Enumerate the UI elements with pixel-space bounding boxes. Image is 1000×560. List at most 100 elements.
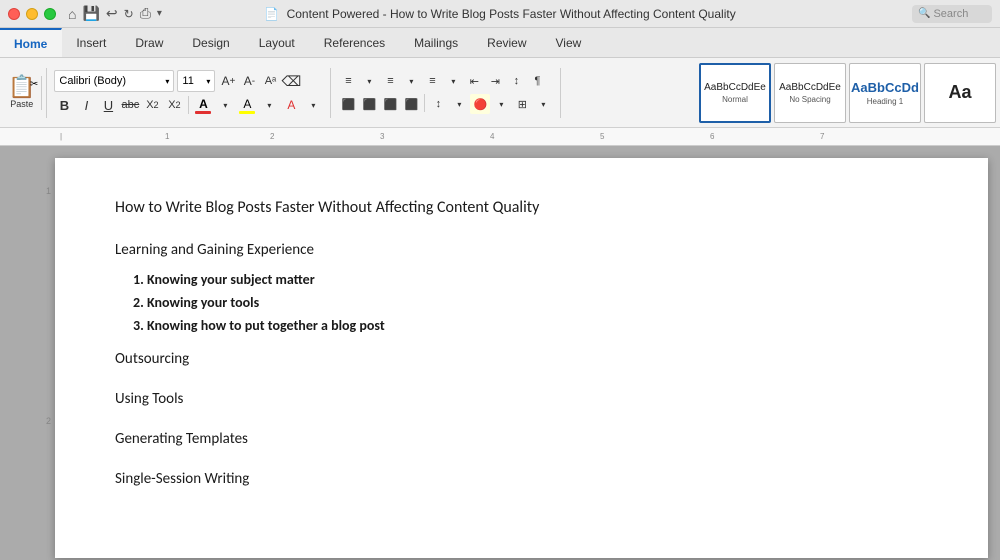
tab-mailings[interactable]: Mailings [400,28,473,57]
list-item-1: Knowing your subject matter [147,271,928,288]
font-group: Calibri (Body) ▾ 11 ▾ A+ A- Aᵃ ⌫ B I U a… [51,70,326,115]
border-btn[interactable]: ⊞ [512,94,532,114]
tab-insert[interactable]: Insert [62,28,121,57]
line-spacing-dropdown[interactable]: ▾ [449,94,469,114]
ribbon-toolbar: 📋 ✂ Paste Calibri (Body) ▾ 11 ▾ A+ A- Aᵃ… [0,58,1000,128]
tab-review[interactable]: Review [473,28,541,57]
multilevel-btn[interactable]: ≡ [422,71,442,91]
align-center-btn[interactable]: ⬛ [359,94,379,114]
section-outsourcing: Outsourcing [115,350,928,368]
font-size-selector[interactable]: 11 ▾ [177,70,215,92]
divider-1 [46,68,47,118]
tab-references[interactable]: References [310,28,400,57]
numbering-dropdown[interactable]: ▾ [401,71,421,91]
style-h1-label: Heading 1 [867,97,903,106]
increase-indent-btn[interactable]: ⇥ [485,71,505,91]
style-normal[interactable]: AaBbCcDdEe Normal [699,63,771,123]
font-shrink-btn[interactable]: A- [239,71,259,91]
ruler-mark-1: | [60,132,62,141]
clear-format-btn[interactable]: ⌫ [281,71,301,91]
font-name-selector[interactable]: Calibri (Body) ▾ [54,70,174,92]
highlight-color-btn[interactable]: A [237,97,257,114]
strikethrough-button[interactable]: abc [120,95,140,115]
fontsize-dropdown-icon: ▾ [206,77,210,86]
save-icon[interactable]: 💾 [82,5,99,22]
font-dropdown-icon: ▾ [165,77,169,86]
bullets-btn[interactable]: ≡ [338,71,358,91]
line-spacing-btn[interactable]: ↕ [428,94,448,114]
page-marker-3: 2 [46,396,51,426]
multilevel-dropdown[interactable]: ▾ [443,71,463,91]
list-item-3: Knowing how to put together a blog post [147,317,928,334]
font-color-btn[interactable]: A [193,97,213,114]
style-extra[interactable]: Aa [924,63,996,123]
bold-button[interactable]: B [54,95,74,115]
paste-area[interactable]: 📋 ✂ Paste [2,76,42,110]
close-button[interactable] [8,8,20,20]
font-name-text: Calibri (Body) [59,75,126,87]
list-item-2: Knowing your tools [147,294,928,311]
shading-btn[interactable]: 🔴 [470,94,490,114]
ruler-mark-4: 3 [380,132,384,141]
tab-view[interactable]: View [542,28,597,57]
ruler: | 1 2 3 4 5 6 7 [0,128,1000,146]
shading-dropdown[interactable]: ▾ [491,94,511,114]
bullets-dropdown[interactable]: ▾ [359,71,379,91]
format-buttons-row: B I U abc X2 X2 A ▾ A ▾ A ▾ [54,95,323,115]
paste-label: Paste [10,99,33,109]
print-icon[interactable]: ⎙ [140,5,151,22]
section-tools: Using Tools [115,390,928,408]
tab-draw[interactable]: Draw [121,28,178,57]
decrease-indent-btn[interactable]: ⇤ [464,71,484,91]
tab-home[interactable]: Home [0,28,62,57]
text-color2-dropdown[interactable]: ▾ [303,95,323,115]
minimize-button[interactable] [26,8,38,20]
window-title: 📄 Content Powered - How to Write Blog Po… [264,7,735,21]
align-buttons: ⬛ ⬛ ⬛ ⬛ ↕ ▾ 🔴 ▾ ⊞ ▾ [338,94,553,114]
document-title: How to Write Blog Posts Faster Without A… [115,198,928,217]
tab-design[interactable]: Design [178,28,244,57]
home-icon[interactable]: ⌂ [68,6,76,22]
section1-heading: Learning and Gaining Experience [115,241,928,259]
section-templates: Generating Templates [115,430,928,448]
paragraph-group: ≡ ▾ ≡ ▾ ≡ ▾ ⇤ ⇥ ↕ ¶ ⬛ ⬛ ⬛ ⬛ ↕ ▾ 🔴 ▾ ⊞ ▾ [335,71,556,114]
underline-button[interactable]: U [98,95,118,115]
scissors-icon: ✂ [30,79,38,90]
subscript-button[interactable]: X2 [142,95,162,115]
dropdown-icon[interactable]: ▾ [157,8,162,19]
search-box[interactable]: 🔍 Search [912,5,992,23]
toolbar-icons: ⌂ 💾 ↩ ↻ ⎙ ▾ [68,5,162,22]
document-page: How to Write Blog Posts Faster Without A… [55,158,988,558]
align-right-btn[interactable]: ⬛ [380,94,400,114]
redo-icon[interactable]: ↻ [124,7,134,21]
title-bar: ⌂ 💾 ↩ ↻ ⎙ ▾ 📄 Content Powered - How to W… [0,0,1000,28]
font-case-btn[interactable]: Aᵃ [260,71,280,91]
ruler-mark-8: 7 [820,132,824,141]
tab-layout[interactable]: Layout [245,28,310,57]
pilcrow-btn[interactable]: ¶ [527,71,547,91]
page-markers: 1 2 [46,166,55,426]
text-color2-btn[interactable]: A [281,95,301,115]
numbering-btn[interactable]: ≡ [380,71,400,91]
style-nospacing-preview: AaBbCcDdEe [779,82,841,93]
align-left-btn[interactable]: ⬛ [338,94,358,114]
italic-button[interactable]: I [76,95,96,115]
search-placeholder: Search [933,8,968,20]
highlight-dropdown[interactable]: ▾ [259,95,279,115]
section-writing: Single-Session Writing [115,470,928,488]
styles-area: AaBbCcDdEe Normal AaBbCcDdEe No Spacing … [697,58,998,127]
ruler-mark-7: 6 [710,132,714,141]
style-normal-label: Normal [722,95,748,104]
style-no-spacing[interactable]: AaBbCcDdEe No Spacing [774,63,846,123]
maximize-button[interactable] [44,8,56,20]
sort-btn[interactable]: ↕ [506,71,526,91]
style-extra-preview: Aa [948,82,971,103]
font-grow-btn[interactable]: A+ [218,71,238,91]
superscript-button[interactable]: X2 [164,95,184,115]
border-dropdown[interactable]: ▾ [533,94,553,114]
font-color-dropdown[interactable]: ▾ [215,95,235,115]
undo-icon[interactable]: ↩ [106,5,118,22]
align-justify-btn[interactable]: ⬛ [401,94,421,114]
page-marker-2 [46,196,51,396]
style-heading1[interactable]: AaBbCcDd Heading 1 [849,63,921,123]
